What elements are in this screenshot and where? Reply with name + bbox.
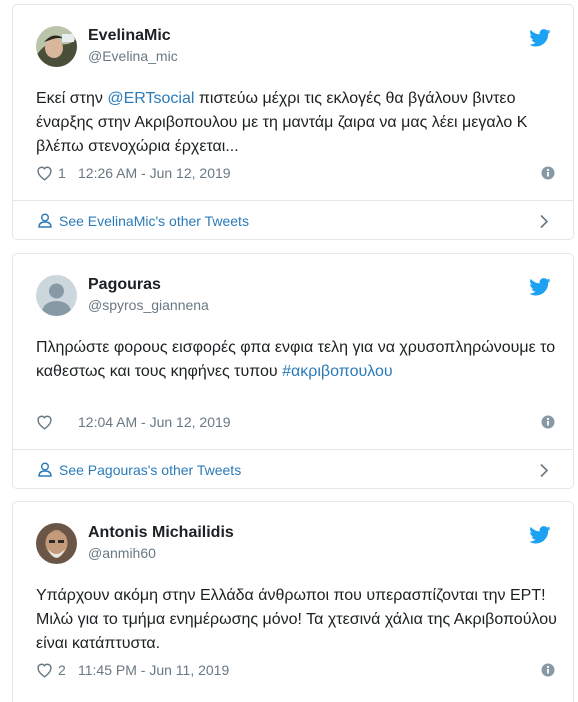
tweet-meta: 1 12:26 AM - Jun 12, 2019 [36, 163, 561, 183]
hashtag-link[interactable]: #ακριβοπουλου [282, 363, 393, 380]
heart-icon[interactable] [36, 662, 53, 678]
see-other-tweets-label[interactable]: See Pagouras's other Tweets [59, 462, 241, 478]
user-handle[interactable]: @Evelina_mic [88, 48, 178, 64]
avatar[interactable] [36, 275, 77, 316]
see-other-tweets-label[interactable]: See EvelinaMic's other Tweets [59, 213, 249, 229]
user-handle[interactable]: @anmih60 [88, 545, 156, 561]
avatar[interactable] [36, 523, 77, 564]
display-name[interactable]: EvelinaMic [88, 27, 171, 45]
tweet-text: Εκεί στην @ERTsocial πιστεύω μέχρι τις ε… [36, 87, 561, 159]
like-count: 1 [58, 165, 66, 181]
see-other-tweets-link[interactable]: See EvelinaMic's other Tweets [13, 200, 573, 239]
twitter-bird-icon[interactable] [529, 278, 551, 296]
tweet-card[interactable]: Antonis Michailidis @anmih60 Υπάρχουν ακ… [12, 501, 574, 702]
tweet-card[interactable]: Pagouras @spyros_giannena Πληρώστε φορου… [12, 253, 574, 489]
info-icon[interactable] [541, 415, 555, 429]
timestamp-link[interactable]: 12:04 AM - Jun 12, 2019 [78, 414, 231, 430]
tweet-meta: 2 11:45 PM - Jun 11, 2019 [36, 660, 561, 680]
info-icon[interactable] [541, 663, 555, 677]
heart-icon[interactable] [36, 414, 53, 430]
info-icon[interactable] [541, 166, 555, 180]
like-count: 2 [58, 662, 66, 678]
person-icon [38, 213, 52, 228]
mention-link[interactable]: @ERTsocial [107, 90, 194, 107]
tweet-meta: 12:04 AM - Jun 12, 2019 [36, 412, 561, 432]
tweet-text: Υπάρχουν ακόμη στην Ελλάδα άνθρωποι που … [36, 587, 557, 652]
heart-icon[interactable] [36, 165, 53, 181]
user-handle[interactable]: @spyros_giannena [88, 297, 209, 313]
avatar[interactable] [36, 26, 77, 67]
display-name[interactable]: Antonis Michailidis [88, 524, 234, 542]
display-name[interactable]: Pagouras [88, 276, 161, 294]
timestamp-link[interactable]: 12:26 AM - Jun 12, 2019 [78, 165, 231, 181]
twitter-bird-icon[interactable] [529, 29, 551, 47]
chevron-right-icon[interactable] [539, 214, 549, 229]
person-icon [38, 462, 52, 477]
twitter-bird-icon[interactable] [529, 526, 551, 544]
tweet-card[interactable]: EvelinaMic @Evelina_mic Εκεί στην @ERTso… [12, 4, 574, 240]
tweet-text: Πληρώστε φορους εισφορές φπα ενφια τελη … [36, 336, 561, 384]
chevron-right-icon[interactable] [539, 463, 549, 478]
see-other-tweets-link[interactable]: See Pagouras's other Tweets [13, 449, 573, 488]
tweet-text-start: Εκεί στην [36, 90, 108, 107]
timestamp-link[interactable]: 11:45 PM - Jun 11, 2019 [78, 662, 229, 678]
